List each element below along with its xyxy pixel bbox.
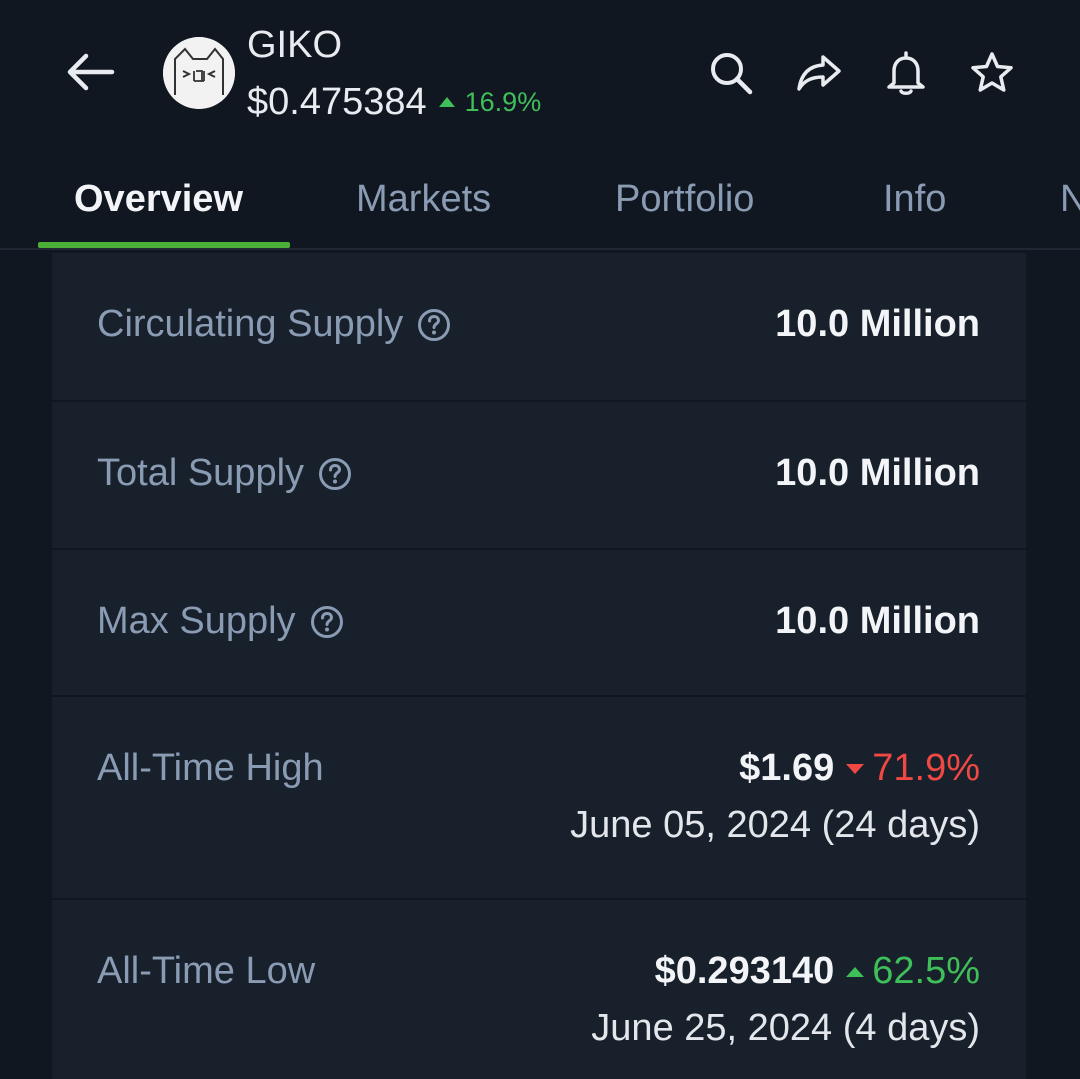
tab-portfolio[interactable]: Portfolio — [615, 174, 754, 224]
tab-next-partial[interactable]: N — [1060, 174, 1080, 224]
all-time-high-value: $1.69 71.9% — [739, 747, 980, 790]
tab-info[interactable]: Info — [883, 174, 946, 224]
stat-row-all-time-low: All-Time Low $0.293140 62.5% June 25, 20… — [52, 900, 1026, 1079]
stat-row-max-supply: Max Supply 10.0 Million — [52, 550, 1026, 697]
bell-icon — [887, 51, 925, 95]
max-supply-value: 10.0 Million — [775, 600, 980, 642]
app-header: GIKO $0.475384 16.9% — [0, 0, 1080, 150]
price-row: $0.475384 16.9% — [247, 78, 541, 126]
all-time-low-price: $0.293140 — [654, 950, 835, 992]
all-time-low-value: $0.293140 62.5% — [655, 950, 980, 993]
stat-row-all-time-high: All-Time High $1.69 71.9% June 05, 2024 … — [52, 697, 1026, 900]
active-tab-indicator — [38, 242, 290, 248]
price-change: 16.9% — [438, 86, 542, 118]
all-time-high-label: All-Time High — [97, 747, 324, 789]
stat-label: Total Supply — [97, 452, 352, 495]
stat-row-total-supply: Total Supply 10.0 Million — [52, 402, 1026, 550]
all-time-high-change: 71.9% — [872, 747, 980, 789]
circulating-supply-label: Circulating Supply — [97, 303, 404, 345]
question-circle-icon — [310, 605, 343, 638]
total-supply-label: Total Supply — [97, 452, 305, 494]
coin-name: GIKO — [247, 24, 343, 66]
price-change-value: 16.9% — [464, 86, 542, 117]
coin-avatar — [163, 37, 235, 109]
circulating-supply-value: 10.0 Million — [775, 303, 980, 345]
search-icon — [711, 53, 753, 95]
search-button[interactable] — [706, 48, 756, 98]
cat-face-icon — [163, 37, 235, 109]
share-icon — [797, 55, 841, 91]
share-button[interactable] — [794, 48, 844, 98]
back-arrow-icon — [67, 53, 115, 91]
star-icon — [971, 52, 1013, 92]
triangle-up-icon — [846, 966, 865, 977]
tab-overview[interactable]: Overview — [74, 174, 243, 224]
help-button[interactable] — [318, 457, 352, 491]
coin-detail-screen: GIKO $0.475384 16.9% Overview Markets Po… — [0, 0, 1080, 1079]
question-circle-icon — [418, 308, 451, 341]
triangle-up-icon — [438, 97, 455, 107]
all-time-high-price: $1.69 — [739, 747, 835, 789]
stat-label: Max Supply — [97, 600, 344, 643]
all-time-low-label: All-Time Low — [97, 950, 316, 992]
tab-markets[interactable]: Markets — [356, 174, 491, 224]
back-button[interactable] — [62, 48, 118, 96]
stat-label: Circulating Supply — [97, 303, 451, 346]
max-supply-label: Max Supply — [97, 600, 296, 642]
triangle-down-icon — [846, 763, 865, 774]
favorite-button[interactable] — [967, 48, 1017, 98]
price-alert-button[interactable] — [881, 48, 931, 98]
all-time-low-date: June 25, 2024 (4 days) — [591, 1007, 980, 1049]
question-circle-icon — [319, 457, 352, 490]
stat-row-circulating-supply: Circulating Supply 10.0 Million — [52, 253, 1026, 402]
supply-stats-card: Circulating Supply 10.0 Million Total Su… — [52, 253, 1026, 1079]
help-button[interactable] — [310, 605, 344, 639]
coin-price: $0.475384 — [247, 80, 427, 123]
total-supply-value: 10.0 Million — [775, 452, 980, 494]
all-time-low-change: 62.5% — [872, 950, 980, 992]
all-time-high-date: June 05, 2024 (24 days) — [570, 804, 980, 846]
help-button[interactable] — [417, 308, 451, 342]
tab-bar: Overview Markets Portfolio Info N — [0, 150, 1080, 250]
